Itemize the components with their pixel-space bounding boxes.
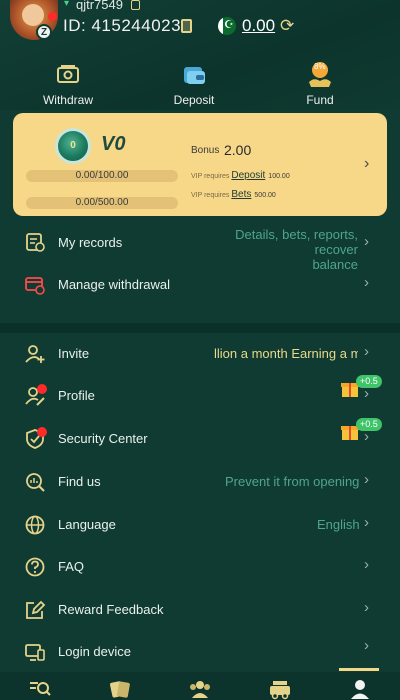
- copy-id-icon[interactable]: [181, 19, 192, 33]
- copy-username-icon[interactable]: [131, 0, 140, 10]
- refresh-balance-icon[interactable]: ⟳: [280, 16, 294, 36]
- security-alert-dot: [37, 427, 47, 437]
- find-us-label: Find us: [58, 474, 101, 489]
- invite-user-icon: [25, 345, 45, 363]
- reward-feedback-label: Reward Feedback: [58, 602, 164, 617]
- fund-button[interactable]: 8% Fund: [270, 60, 370, 107]
- level-badge: Z: [36, 24, 52, 40]
- edit-icon: [26, 600, 46, 619]
- my-records-label: My records: [58, 235, 123, 250]
- chevron-right-icon: ›: [364, 514, 369, 531]
- bonus-label: Bonus: [191, 145, 220, 156]
- records-icon: [26, 233, 45, 252]
- security-center-label: Security Center: [58, 431, 148, 446]
- invite-marquee: llion a month Earning a m: [214, 346, 358, 361]
- vip-card[interactable]: V0 0.00/100.00 0.00/500.00 Bonus 2.00 VI…: [13, 113, 387, 216]
- menu-profile[interactable]: Profile +0.5 ›: [0, 375, 400, 416]
- profile-label: Profile: [58, 388, 95, 403]
- chevron-right-icon: ›: [364, 385, 369, 402]
- chevron-right-icon: ›: [364, 343, 369, 360]
- chevron-right-icon: ›: [364, 556, 369, 573]
- user-id: ID: 415244023: [63, 16, 182, 35]
- vip-coin-icon: [55, 128, 91, 164]
- bets-progress-text: 0.00/500.00: [75, 197, 129, 208]
- chevron-right-icon: ›: [364, 233, 369, 250]
- faq-label: FAQ: [58, 559, 85, 574]
- bonus-value: 2.00: [224, 142, 252, 158]
- chevron-right-icon: ›: [364, 637, 369, 654]
- menu-reward-feedback[interactable]: Reward Feedback ›: [0, 590, 400, 630]
- search-home-icon[interactable]: [28, 678, 52, 700]
- menu-security-center[interactable]: Security Center +0.5 ›: [0, 418, 400, 459]
- deposit-progress-text: 0.00/100.00: [75, 170, 129, 181]
- menu-my-records[interactable]: My records Details, bets, reports, recov…: [0, 222, 400, 272]
- cards-icon[interactable]: [108, 678, 132, 700]
- people-icon[interactable]: [188, 678, 212, 700]
- profile-alert-dot: [37, 384, 47, 394]
- device-icon: [25, 644, 45, 661]
- fund-badge: 8%: [314, 62, 326, 71]
- deposit-label: Deposit: [173, 93, 215, 107]
- section-divider: [0, 323, 400, 333]
- chevron-right-icon: ›: [364, 274, 369, 291]
- person-icon[interactable]: [348, 678, 372, 700]
- globe-icon: [25, 515, 45, 535]
- notification-dot: [48, 12, 57, 21]
- dropdown-arrow-icon: ▾: [64, 0, 70, 9]
- menu-login-device[interactable]: Login device ›: [0, 632, 400, 672]
- login-device-label: Login device: [58, 644, 131, 659]
- chevron-right-icon: ›: [364, 428, 369, 445]
- pakistan-flag-icon: [218, 17, 236, 35]
- vip-requirement-bets: VIP requires Bets 500.00: [191, 189, 276, 200]
- menu-language[interactable]: Language English ›: [0, 505, 400, 545]
- card-withdraw-icon: [25, 277, 45, 295]
- find-us-hint: Prevent it from opening: [225, 474, 360, 489]
- chevron-right-icon: ›: [364, 599, 369, 616]
- menu-manage-withdrawal[interactable]: Manage withdrawal ›: [0, 265, 400, 305]
- deposit-progress-bar: 0.00/100.00: [26, 170, 178, 182]
- vip-level: V0: [101, 133, 126, 155]
- withdraw-icon: [18, 60, 118, 90]
- bets-progress-bar: 0.00/500.00: [26, 197, 178, 209]
- fund-icon: 8%: [270, 60, 370, 90]
- question-icon: [25, 557, 45, 577]
- chevron-right-icon: ›: [364, 471, 369, 488]
- withdraw-label: Withdraw: [42, 93, 93, 107]
- deposit-button[interactable]: Deposit: [144, 60, 244, 107]
- menu-invite[interactable]: Invite llion a month Earning a m ›: [0, 334, 400, 374]
- deposit-link[interactable]: Deposit: [231, 170, 265, 181]
- menu-find-us[interactable]: Find us Prevent it from opening ›: [0, 462, 400, 502]
- invite-label: Invite: [58, 346, 90, 361]
- search-icon: [26, 473, 45, 492]
- language-label: Language: [58, 517, 116, 532]
- language-value: English: [317, 517, 360, 532]
- chevron-right-icon: ›: [364, 155, 370, 172]
- menu-faq[interactable]: FAQ ›: [0, 547, 400, 587]
- withdraw-button[interactable]: Withdraw: [18, 60, 118, 107]
- bets-link[interactable]: Bets: [231, 189, 251, 200]
- bottom-navigation: [0, 672, 400, 700]
- manage-withdrawal-label: Manage withdrawal: [58, 277, 171, 292]
- vip-requirement-deposit: VIP requires Deposit 100.00: [191, 170, 290, 181]
- fund-label: Fund: [306, 93, 334, 107]
- promo-car-icon[interactable]: [268, 678, 292, 700]
- nav-active-indicator: [339, 668, 379, 671]
- deposit-wallet-icon: [144, 60, 244, 90]
- username: qjtr7549: [76, 0, 123, 12]
- wallet-balance: 0.00: [242, 16, 276, 35]
